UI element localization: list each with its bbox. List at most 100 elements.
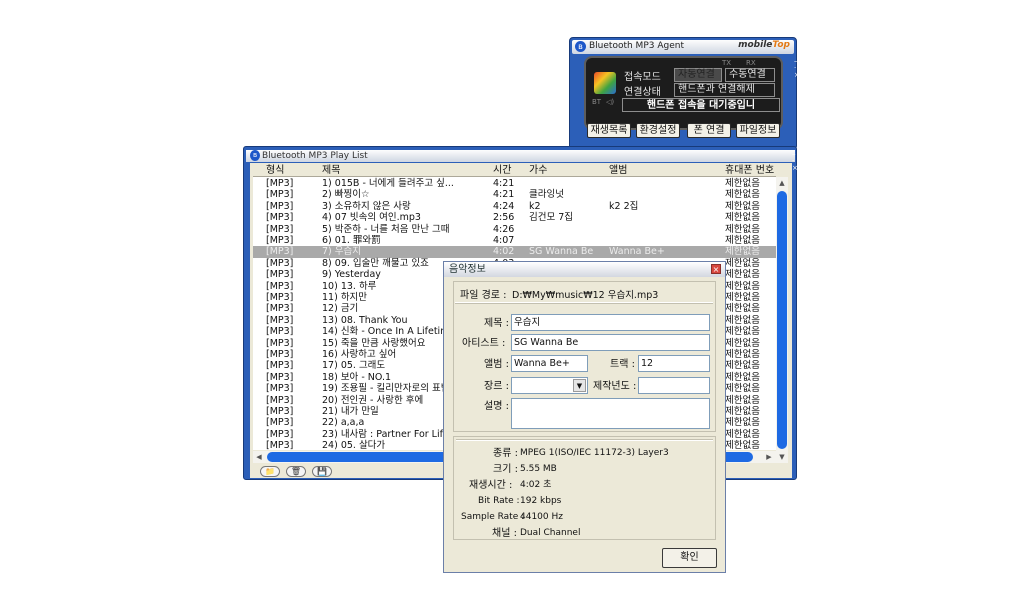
col-album[interactable]: 앨범: [609, 164, 627, 177]
ok-button[interactable]: 확인: [662, 548, 717, 568]
album-label: 앨범 :: [484, 359, 509, 370]
cell-format: [MP3]: [266, 257, 294, 269]
file-info-button[interactable]: 파일정보: [736, 123, 780, 138]
year-field[interactable]: [638, 377, 710, 394]
agent-side-controls[interactable]: – · ×: [794, 58, 800, 80]
open-folder-icon[interactable]: 📁: [260, 466, 280, 477]
connection-status-label: 연결상태: [624, 87, 661, 98]
cell-format: [MP3]: [266, 349, 294, 360]
cell-phone: 제한없음: [725, 269, 760, 281]
manual-connect-option[interactable]: 수동연결: [725, 68, 775, 82]
table-row[interactable]: [MP3] 3) 소유하지 않은 사랑 4:24 k2 k2 2집 제한없음: [253, 201, 776, 212]
table-row[interactable]: [MP3] 5) 박준하 - 너를 처음 만난 그때 4:26 제한없음: [253, 224, 776, 235]
col-artist[interactable]: 가수: [529, 164, 547, 177]
description-label: 설명 :: [484, 401, 509, 412]
track-field[interactable]: 12: [638, 355, 710, 372]
cell-phone: 제한없음: [725, 349, 760, 360]
scroll-thumb[interactable]: [777, 191, 787, 449]
year-label: 제작년도 :: [593, 381, 637, 392]
cell-time: 4:21: [493, 178, 515, 189]
settings-button[interactable]: 환경설정: [636, 123, 680, 138]
scroll-left-arrow[interactable]: ◀: [253, 451, 265, 463]
scroll-up-arrow[interactable]: ▲: [776, 177, 788, 189]
cell-format: [MP3]: [266, 406, 294, 417]
rx-indicator: RX: [746, 59, 756, 67]
scroll-right-arrow[interactable]: ▶: [763, 451, 775, 463]
cell-format: [MP3]: [266, 246, 294, 258]
cell-title: 7) 우습지: [322, 246, 361, 258]
cell-format: [MP3]: [266, 178, 294, 189]
title-label: 제목 :: [484, 318, 509, 329]
col-title[interactable]: 제목: [322, 164, 340, 177]
agent-title: Bluetooth MP3 Agent: [589, 41, 684, 51]
cell-phone: 제한없음: [725, 406, 760, 417]
cell-format: [MP3]: [266, 394, 294, 406]
dialog-title-bar[interactable]: 음악정보 ×: [444, 262, 725, 277]
cell-title: 8) 09. 입술만 깨물고 있죠: [322, 257, 429, 269]
playlist-side-controls[interactable]: – · ×: [792, 151, 798, 173]
playlist-title-bar[interactable]: ʙ Bluetooth MP3 Play List: [246, 150, 795, 162]
save-icon[interactable]: 💾: [312, 466, 332, 477]
cell-artist: SG Wanna Be: [529, 246, 594, 258]
vertical-scrollbar[interactable]: ▲ ▼: [776, 177, 788, 463]
table-row[interactable]: [MP3] 4) 07 빗속의 여인.mp3 2:56 김건모 7집 제한없음: [253, 212, 776, 223]
cell-phone: 제한없음: [725, 246, 760, 258]
cell-title: 15) 죽을 만큼 사랑했어요: [322, 337, 426, 349]
table-row[interactable]: [MP3] 7) 우습지 4:02 SG Wanna Be Wanna Be+ 제한없음: [253, 246, 776, 258]
chevron-down-icon[interactable]: ▼: [573, 379, 586, 392]
duration-label: 재생시간 :: [469, 480, 513, 491]
cell-phone: 제한없음: [725, 257, 760, 269]
cell-format: [MP3]: [266, 417, 294, 429]
album-field[interactable]: Wanna Be+: [511, 355, 588, 372]
artist-field[interactable]: SG Wanna Be: [511, 334, 710, 351]
col-time[interactable]: 시간: [493, 164, 511, 177]
table-row[interactable]: [MP3] 2) 빠찡이☆ 4:21 클라잉넛 제한없음: [253, 189, 776, 200]
cell-format: [MP3]: [266, 371, 294, 383]
cell-format: [MP3]: [266, 383, 294, 395]
cell-title: 14) 신화 - Once In A Lifetime: [322, 326, 456, 338]
cell-artist: 클라잉넛: [529, 189, 564, 201]
col-phone[interactable]: 휴대폰 번호: [725, 164, 774, 177]
cell-title: 20) 전인권 - 사랑한 후에: [322, 394, 424, 406]
mode-label: 접속모드: [624, 72, 661, 83]
cell-phone: 제한없음: [725, 212, 760, 224]
cell-title: 16) 사랑하고 싶어: [322, 349, 397, 360]
cell-album: k2 2집: [609, 200, 639, 212]
col-format[interactable]: 형식: [266, 164, 284, 177]
cell-format: [MP3]: [266, 326, 294, 338]
cell-format: [MP3]: [266, 212, 294, 224]
cell-format: [MP3]: [266, 428, 294, 440]
table-row[interactable]: [MP3] 1) 015B - 너에게 들려주고 싶... 4:21 제한없음: [253, 178, 776, 189]
cell-title: 18) 보아 - NO.1: [322, 371, 392, 383]
auto-connect-option[interactable]: 자동연결: [674, 68, 722, 82]
cell-title: 17) 05. 그래도: [322, 360, 386, 372]
scroll-down-arrow[interactable]: ▼: [776, 451, 788, 463]
size-label: 크기 :: [493, 464, 518, 475]
title-field[interactable]: 우습지: [511, 314, 710, 331]
cell-phone: 제한없음: [725, 280, 760, 292]
cell-phone: 제한없음: [725, 200, 760, 212]
speaker-icon: ◁): [606, 98, 615, 106]
genre-select[interactable]: ▼: [511, 377, 588, 394]
cell-format: [MP3]: [266, 200, 294, 212]
bluetooth-icon: ʙ: [575, 41, 586, 52]
table-row[interactable]: [MP3] 6) 01. 罪와罰 4:07 제한없음: [253, 235, 776, 246]
phone-connect-button[interactable]: 폰 연결: [687, 123, 731, 138]
description-field[interactable]: [511, 398, 710, 429]
agent-title-bar[interactable]: ʙ Bluetooth MP3 Agent mobileTop: [572, 40, 794, 54]
delete-icon[interactable]: 🗑: [286, 466, 306, 477]
cell-title: 23) 내사람 : Partner For Life: [322, 428, 449, 440]
cell-phone: 제한없음: [725, 303, 760, 315]
bluetooth-icon: ʙ: [250, 150, 260, 161]
cell-phone: 제한없음: [725, 178, 760, 189]
cell-phone: 제한없음: [725, 360, 760, 372]
cell-time: 2:56: [493, 212, 515, 224]
cell-title: 2) 빠찡이☆: [322, 189, 370, 201]
divider: [455, 302, 713, 304]
close-icon[interactable]: ×: [711, 264, 721, 274]
cell-phone: 제한없음: [725, 223, 760, 235]
channel-value: Dual Channel: [520, 528, 581, 538]
path-label: 파일 경로 :: [460, 290, 507, 301]
artist-label: 아티스트 :: [462, 338, 506, 349]
playlist-button[interactable]: 재생목록: [587, 123, 631, 138]
